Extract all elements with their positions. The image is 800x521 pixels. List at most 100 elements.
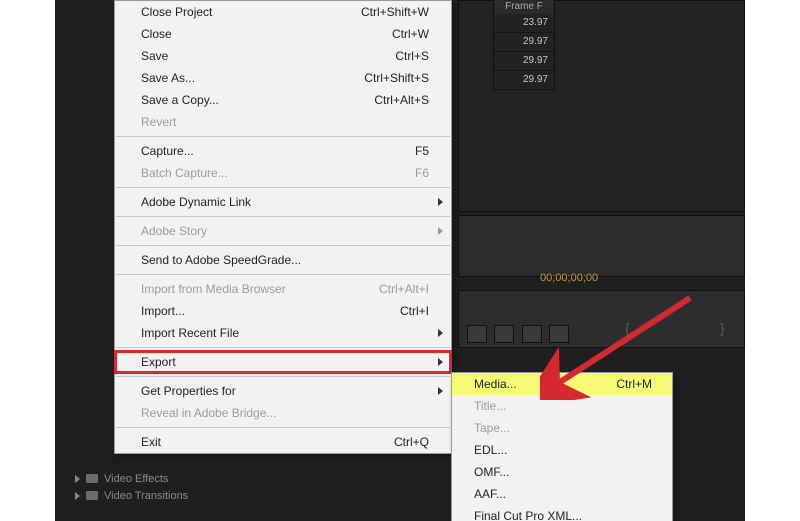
menu-item-shortcut: F5: [415, 144, 429, 158]
menu-item-label: Get Properties for: [141, 384, 429, 398]
timeline-button[interactable]: [549, 325, 569, 343]
submenu-item-title: Title...: [452, 395, 672, 417]
submenu-item-tape: Tape...: [452, 417, 672, 439]
menu-item-adobe-dynamic-link[interactable]: Adobe Dynamic Link: [115, 191, 451, 213]
menu-separator: [116, 245, 450, 246]
export-submenu[interactable]: Media... Ctrl+M Title... Tape... EDL... OMF..…: [451, 372, 673, 521]
menu-item-shortcut: Ctrl+Alt+S: [374, 93, 429, 107]
menu-item-import-from-media-browser: Import from Media Browser Ctrl+Alt+I: [115, 278, 451, 300]
frame-column-header: Frame F: [493, 0, 555, 15]
submenu-item-final-cut-pro-xml[interactable]: Final Cut Pro XML...: [452, 505, 672, 521]
submenu-item-label: EDL...: [474, 443, 652, 457]
menu-item-batch-capture: Batch Capture... F6: [115, 162, 451, 184]
menu-item-label: Exit: [141, 435, 370, 449]
submenu-arrow-icon: [438, 198, 443, 206]
disclosure-triangle-icon: [75, 475, 80, 483]
menu-item-label: Close Project: [141, 5, 337, 19]
menu-item-label: Close: [141, 27, 368, 41]
frame-cell: 29.97: [494, 52, 554, 71]
submenu-item-omf[interactable]: OMF...: [452, 461, 672, 483]
menu-item-shortcut: Ctrl+I: [400, 304, 429, 318]
menu-separator: [116, 347, 450, 348]
menu-item-label: Adobe Story: [141, 224, 429, 238]
frame-cell: 29.97: [494, 71, 554, 90]
menu-item-import[interactable]: Import... Ctrl+I: [115, 300, 451, 322]
frame-column: 23.97 29.97 29.97 29.97: [493, 14, 555, 90]
menu-item-label: Save a Copy...: [141, 93, 350, 107]
menu-item-save[interactable]: Save Ctrl+S: [115, 45, 451, 67]
menu-item-adobe-story: Adobe Story: [115, 220, 451, 242]
frame-cell: 23.97: [494, 14, 554, 33]
brace-left: {: [625, 320, 630, 336]
menu-item-import-recent-file[interactable]: Import Recent File: [115, 322, 451, 344]
submenu-item-label: OMF...: [474, 465, 652, 479]
menu-item-revert: Revert: [115, 111, 451, 133]
menu-item-label: Export: [141, 355, 429, 369]
menu-item-label: Save: [141, 49, 371, 63]
timecode-display: 00;00;00;00: [540, 272, 598, 284]
menu-item-label: Send to Adobe SpeedGrade...: [141, 253, 429, 267]
menu-item-close[interactable]: Close Ctrl+W: [115, 23, 451, 45]
timeline-button[interactable]: [494, 325, 514, 343]
menu-separator: [116, 274, 450, 275]
menu-item-label: Import...: [141, 304, 376, 318]
menu-item-save-a-copy[interactable]: Save a Copy... Ctrl+Alt+S: [115, 89, 451, 111]
file-menu[interactable]: Close Project Ctrl+Shift+W Close Ctrl+W Save…: [114, 0, 452, 454]
menu-separator: [116, 427, 450, 428]
menu-item-shortcut: Ctrl+W: [392, 27, 429, 41]
menu-item-label: Batch Capture...: [141, 166, 391, 180]
menu-separator: [116, 187, 450, 188]
timeline-button[interactable]: [522, 325, 542, 343]
timeline-button[interactable]: [467, 325, 487, 343]
submenu-arrow-icon: [438, 358, 443, 366]
submenu-item-label: Title...: [474, 399, 652, 413]
timeline-toolbar: [458, 290, 745, 348]
project-tree: Video Effects Video Transitions: [75, 470, 188, 504]
menu-item-close-project[interactable]: Close Project Ctrl+Shift+W: [115, 1, 451, 23]
submenu-arrow-icon: [438, 329, 443, 337]
menu-item-get-properties-for[interactable]: Get Properties for: [115, 380, 451, 402]
submenu-item-aaf[interactable]: AAF...: [452, 483, 672, 505]
submenu-item-label: Media...: [474, 377, 586, 391]
folder-icon: [86, 491, 98, 500]
menu-item-shortcut: Ctrl+Q: [394, 435, 429, 449]
submenu-arrow-icon: [438, 387, 443, 395]
brace-right: }: [720, 320, 725, 336]
menu-separator: [116, 376, 450, 377]
disclosure-triangle-icon: [75, 492, 80, 500]
menu-item-shortcut: Ctrl+S: [395, 49, 429, 63]
submenu-item-edl[interactable]: EDL...: [452, 439, 672, 461]
menu-item-send-to-adobe-speedgrade[interactable]: Send to Adobe SpeedGrade...: [115, 249, 451, 271]
menu-item-export[interactable]: Export: [115, 351, 451, 373]
submenu-arrow-icon: [438, 227, 443, 235]
menu-item-label: Import Recent File: [141, 326, 429, 340]
project-tree-item[interactable]: Video Transitions: [75, 487, 188, 504]
project-tree-label: Video Transitions: [104, 490, 188, 502]
menu-item-capture[interactable]: Capture... F5: [115, 140, 451, 162]
menu-item-exit[interactable]: Exit Ctrl+Q: [115, 431, 451, 453]
menu-item-label: Capture...: [141, 144, 391, 158]
menu-item-label: Revert: [141, 115, 429, 129]
submenu-item-label: Tape...: [474, 421, 652, 435]
menu-item-label: Save As...: [141, 71, 340, 85]
menu-item-shortcut: Ctrl+Shift+S: [364, 71, 429, 85]
menu-item-shortcut: F6: [415, 166, 429, 180]
submenu-item-label: Final Cut Pro XML...: [474, 509, 652, 521]
submenu-item-media[interactable]: Media... Ctrl+M: [452, 373, 672, 395]
menu-item-shortcut: Ctrl+Alt+I: [379, 282, 429, 296]
folder-icon: [86, 474, 98, 483]
submenu-item-label: AAF...: [474, 487, 652, 501]
project-tree-item[interactable]: Video Effects: [75, 470, 188, 487]
menu-item-save-as[interactable]: Save As... Ctrl+Shift+S: [115, 67, 451, 89]
menu-item-reveal-in-adobe-bridge: Reveal in Adobe Bridge...: [115, 402, 451, 424]
menu-item-label: Import from Media Browser: [141, 282, 355, 296]
menu-item-label: Reveal in Adobe Bridge...: [141, 406, 429, 420]
menu-separator: [116, 136, 450, 137]
menu-item-label: Adobe Dynamic Link: [141, 195, 429, 209]
menu-item-shortcut: Ctrl+Shift+W: [361, 5, 429, 19]
submenu-item-shortcut: Ctrl+M: [616, 377, 652, 391]
frame-cell: 29.97: [494, 33, 554, 52]
menu-separator: [116, 216, 450, 217]
project-tree-label: Video Effects: [104, 473, 168, 485]
panel-source-monitor: [458, 215, 745, 277]
